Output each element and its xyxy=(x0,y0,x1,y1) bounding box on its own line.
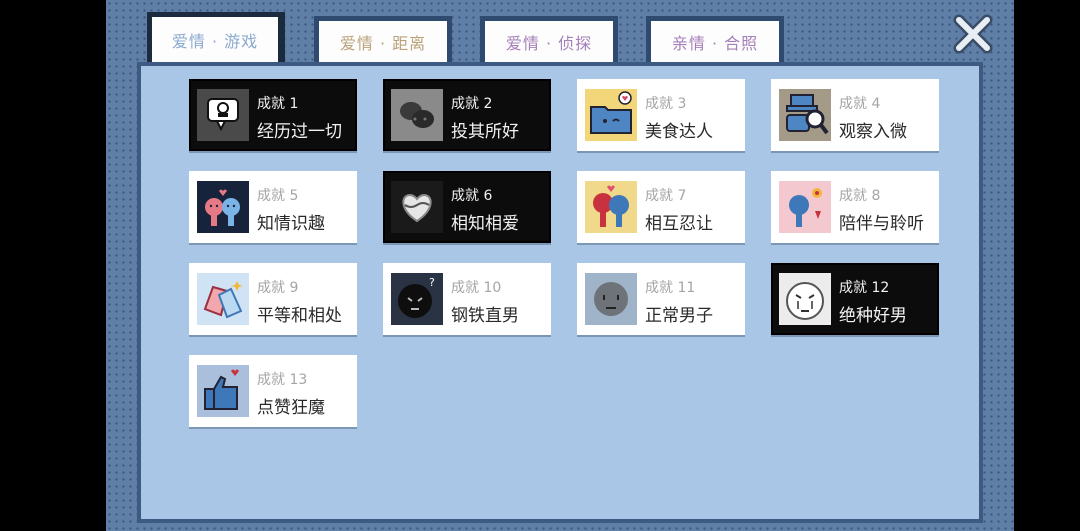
achievement-card-4[interactable]: 成就 4 观察入微 xyxy=(771,79,939,151)
achievement-title: 成就 11 xyxy=(645,280,696,296)
achievement-title: 成就 10 xyxy=(451,280,502,296)
achievement-name: 观察入微 xyxy=(839,122,907,142)
high-five-icon xyxy=(197,273,249,325)
confused-face-icon: ? xyxy=(391,273,443,325)
achievement-card-11[interactable]: 成就 11 正常男子 xyxy=(577,263,745,335)
achievement-card-9[interactable]: 成就 9 平等和相处 xyxy=(189,263,357,335)
achievement-card-8[interactable]: 成就 8 陪伴与聆听 xyxy=(771,171,939,243)
achievement-card-6[interactable]: 成就 6 相知相爱 xyxy=(383,171,551,243)
close-button[interactable] xyxy=(951,12,995,56)
tab-label: 爱情 · 侦探 xyxy=(505,33,593,53)
speech-bubble-face-icon xyxy=(197,89,249,141)
achievement-name: 经历过一切 xyxy=(257,122,342,142)
gray-face-icon xyxy=(585,273,637,325)
achievement-title: 成就 1 xyxy=(257,96,299,112)
achievement-card-2[interactable]: 成就 2 投其所好 xyxy=(383,79,551,151)
achievement-title: 成就 6 xyxy=(451,188,493,204)
tab-love-distance[interactable]: 爱情 · 距离 xyxy=(314,16,452,62)
achievement-name: 投其所好 xyxy=(451,122,519,142)
achievement-title: 成就 12 xyxy=(839,280,890,296)
magnifier-hat-icon xyxy=(779,89,831,141)
listening-flower-icon xyxy=(779,181,831,233)
couple-heart-icon xyxy=(197,181,249,233)
achievement-name: 点赞狂魔 xyxy=(257,398,325,418)
achievement-card-5[interactable]: 成就 5 知情识趣 xyxy=(189,171,357,243)
achievement-name: 相知相爱 xyxy=(451,214,519,234)
tab-label: 爱情 · 游戏 xyxy=(171,31,259,51)
achievement-name: 美食达人 xyxy=(645,122,713,142)
achievement-name: 正常男子 xyxy=(645,306,713,326)
tab-label: 爱情 · 距离 xyxy=(339,33,427,53)
tab-love-game[interactable]: 爱情 · 游戏 xyxy=(147,12,285,62)
achievement-title: 成就 5 xyxy=(257,188,299,204)
achievement-card-10[interactable]: ? 成就 10 钢铁直男 xyxy=(383,263,551,335)
close-x-icon xyxy=(953,14,993,54)
achievement-name: 绝种好男 xyxy=(839,306,907,326)
achievement-title: 成就 8 xyxy=(839,188,881,204)
achievement-name: 钢铁直男 xyxy=(451,306,519,326)
two-bubbles-icon xyxy=(391,89,443,141)
tab-label: 亲情 · 合照 xyxy=(671,33,759,53)
achievement-title: 成就 13 xyxy=(257,372,308,388)
achievement-title: 成就 4 xyxy=(839,96,881,112)
achievement-card-13[interactable]: 成就 13 点赞狂魔 xyxy=(189,355,357,427)
wrapped-heart-icon xyxy=(391,181,443,233)
achievement-title: 成就 9 xyxy=(257,280,299,296)
crying-face-icon xyxy=(779,273,831,325)
achievement-title: 成就 3 xyxy=(645,96,687,112)
svg-text:?: ? xyxy=(429,276,435,289)
achievement-name: 相互忍让 xyxy=(645,214,713,234)
achievement-name: 知情识趣 xyxy=(257,214,325,234)
achievement-card-3[interactable]: 成就 3 美食达人 xyxy=(577,79,745,151)
achievement-name: 陪伴与聆听 xyxy=(839,214,924,234)
achievement-card-12[interactable]: 成就 12 绝种好男 xyxy=(771,263,939,335)
couple-kiss-icon xyxy=(585,181,637,233)
thumbs-up-heart-icon xyxy=(197,365,249,417)
achievement-name: 平等和相处 xyxy=(257,306,342,326)
folder-heart-icon xyxy=(585,89,637,141)
achievement-card-1[interactable]: 成就 1 经历过一切 xyxy=(189,79,357,151)
achievement-card-7[interactable]: 成就 7 相互忍让 xyxy=(577,171,745,243)
achievement-title: 成就 2 xyxy=(451,96,493,112)
tab-love-detective[interactable]: 爱情 · 侦探 xyxy=(480,16,618,62)
achievement-title: 成就 7 xyxy=(645,188,687,204)
tab-family-photo[interactable]: 亲情 · 合照 xyxy=(646,16,784,62)
